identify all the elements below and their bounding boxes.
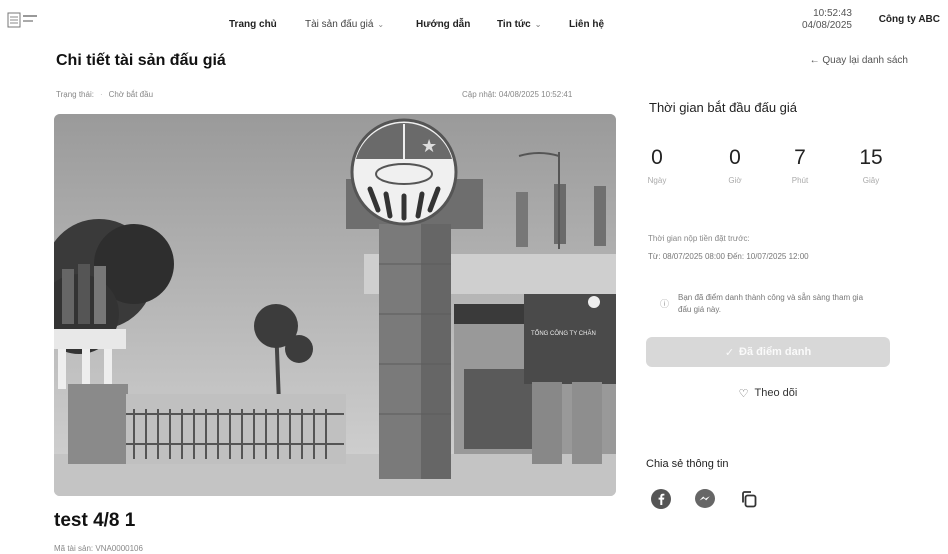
company-sign-text: TỔNG CÔNG TY CHĂN [531, 330, 596, 337]
status-badge: Chờ bắt đầu [108, 90, 154, 99]
countdown-seconds-label: Giây [862, 176, 880, 185]
nav-assets[interactable]: Tài sản đấu giá ⌄ [305, 19, 384, 30]
countdown-minutes: 7 Phút [770, 146, 830, 185]
logo[interactable] [6, 10, 40, 32]
nav-news[interactable]: Tin tức ⌄ [497, 19, 541, 30]
share-icons [650, 488, 760, 510]
chevron-down-icon: ⌄ [377, 20, 385, 29]
status-label: Trạng thái: [56, 90, 94, 99]
facebook-icon[interactable] [650, 488, 672, 510]
company-menu[interactable]: Công ty ABC [879, 14, 940, 25]
countdown-minutes-label: Phút [791, 176, 809, 185]
follow-button[interactable]: ♡ Theo dõi [646, 382, 890, 404]
updated-timestamp: Cập nhật: 04/08/2025 10:52:41 [462, 90, 573, 99]
nav-guide[interactable]: Hướng dẫn [416, 19, 470, 30]
page-title: Chi tiết tài sản đấu giá [56, 52, 226, 69]
attended-button[interactable]: ✓ Đã điểm danh [646, 337, 890, 367]
info-icon: ⓘ [660, 299, 670, 309]
asset-code: Mã tài sản: VNA0000106 [54, 544, 143, 553]
copy-icon[interactable] [738, 488, 760, 510]
countdown-title: Thời gian bắt đầu đấu giá [649, 100, 798, 115]
chevron-down-icon: ⌄ [534, 20, 542, 29]
nav-guide-label: Hướng dẫn [416, 19, 471, 30]
attended-button-label: Đã điểm danh [739, 346, 812, 358]
svg-text:★: ★ [421, 136, 437, 157]
countdown-hours: 0 Giờ [705, 146, 765, 185]
countdown-hours-label: Giờ [728, 176, 742, 185]
attendance-notice-text: Bạn đã điểm danh thành công và sẵn sàng … [678, 293, 864, 314]
nav-assets-label: Tài sản đấu giá [305, 19, 374, 30]
nav-contact[interactable]: Liên hệ [569, 19, 604, 30]
countdown-days-label: Ngày [647, 176, 667, 185]
share-title: Chia sẻ thông tin [646, 458, 729, 470]
check-circle-icon: ✓ [724, 346, 735, 359]
countdown-minutes-value: 7 [794, 146, 806, 169]
attendance-notice: ⓘ Bạn đã điểm danh thành công và sẵn sàn… [660, 292, 870, 316]
asset-photo-illustration: TỔNG CÔNG TY CHĂN ★ [54, 114, 616, 496]
countdown-hours-value: 0 [729, 146, 741, 169]
back-to-list-link[interactable]: ← Quay lại danh sách [810, 55, 908, 66]
status-row: Trạng thái: · Chờ bắt đầu [56, 90, 153, 99]
heart-icon: ♡ [738, 387, 749, 400]
nav-home-label: Trang chủ [229, 19, 277, 30]
clock-date: 04/08/2025 [801, 20, 852, 31]
messenger-icon[interactable] [694, 488, 716, 510]
asset-name: test 4/8 1 [54, 510, 136, 531]
countdown-seconds-value: 15 [859, 146, 883, 169]
deposit-period-range: Từ: 08/07/2025 08:00 Đến: 10/07/2025 12:… [648, 252, 809, 261]
clock-time: 10:52:43 [813, 8, 852, 19]
countdown-days: 0 Ngày [627, 146, 687, 185]
countdown-seconds: 15 Giây [841, 146, 901, 185]
nav-contact-label: Liên hệ [569, 19, 605, 30]
follow-button-label: Theo dõi [754, 387, 798, 399]
countdown-days-value: 0 [651, 146, 663, 169]
nav-home[interactable]: Trang chủ [229, 19, 277, 30]
server-clock: 10:52:43 04/08/2025 [802, 8, 852, 32]
nav-news-label: Tin tức [497, 19, 531, 30]
deposit-period-label: Thời gian nộp tiền đặt trước: [648, 234, 750, 243]
status-separator: · [99, 90, 103, 99]
asset-photo[interactable]: TỔNG CÔNG TY CHĂN ★ [54, 114, 616, 496]
